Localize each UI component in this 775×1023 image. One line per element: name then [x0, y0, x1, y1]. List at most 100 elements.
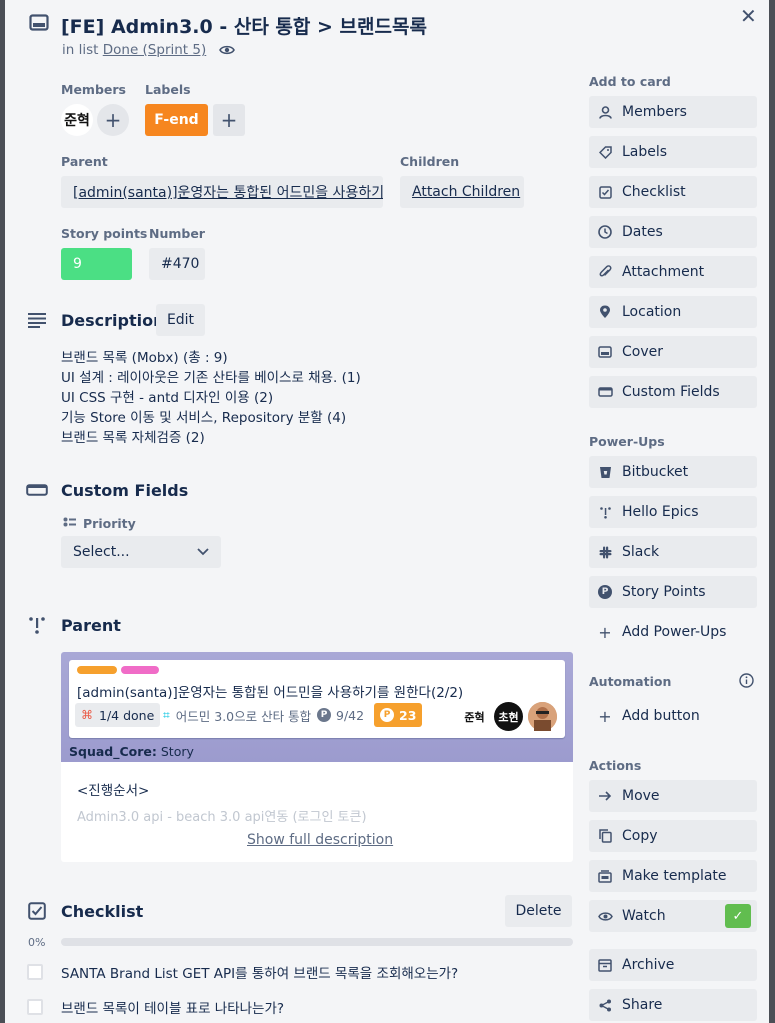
add-power-ups-label: Add Power-Ups — [622, 624, 727, 640]
sidebar-move-label: Move — [622, 788, 660, 804]
hello-epics-icon — [25, 613, 49, 637]
add-to-card-heading: Add to card — [589, 74, 671, 89]
parent-desc-faded: Admin3.0 api - beach 3.0 api연동 (로그인 토큰) — [77, 810, 367, 825]
parent-link[interactable]: [admin(santa)]운영자는 통합된 어드민을 사용하기... — [61, 176, 383, 208]
squad-value: Story — [160, 744, 194, 759]
sidebar-custom-fields-label: Custom Fields — [622, 384, 720, 400]
archive-icon — [597, 958, 613, 972]
checklist-badge-text: 1/4 done — [99, 707, 155, 723]
bitbucket-icon — [597, 466, 613, 479]
sidebar-share-button[interactable]: Share — [589, 989, 757, 1021]
avatar[interactable]: 초현 — [494, 702, 523, 731]
automation-heading: Automation — [589, 674, 672, 689]
sidebar-members-button[interactable]: Members — [589, 96, 757, 128]
checklist-item-checkbox[interactable] — [27, 964, 43, 980]
sidebar-checklist-label: Checklist — [622, 184, 686, 200]
priority-select-value: Select... — [73, 544, 130, 560]
sidebar-story-points-button[interactable]: P Story Points — [589, 576, 757, 608]
checklist-item[interactable]: 브랜드 목록이 테이블 표로 나타나는가? — [61, 997, 284, 1017]
attach-children-button[interactable]: Attach Children — [400, 176, 524, 208]
power-ups-heading: Power-Ups — [589, 434, 665, 449]
children-label: Children — [400, 154, 460, 169]
checklist-progress-bar — [61, 938, 573, 946]
sidebar-attachment-button[interactable]: Attachment — [589, 256, 757, 288]
checklist-percent: 0% — [28, 936, 46, 949]
label-f-end[interactable]: F-end — [145, 104, 208, 136]
parent-section-title: Parent — [61, 616, 121, 635]
priority-select[interactable]: Select... — [61, 536, 221, 568]
chevron-down-icon — [197, 544, 209, 560]
priority-label: Priority — [83, 515, 136, 531]
add-label-button[interactable]: + — [213, 104, 245, 136]
sidebar-copy-label: Copy — [622, 828, 658, 844]
story-points-value[interactable]: 9 — [61, 248, 132, 280]
copy-icon — [597, 829, 613, 843]
sidebar-archive-button[interactable]: Archive — [589, 949, 757, 981]
sidebar-dates-button[interactable]: Dates — [589, 216, 757, 248]
sidebar-custom-fields-button[interactable]: Custom Fields — [589, 376, 757, 408]
custom-fields-icon — [25, 478, 49, 502]
add-member-button[interactable]: + — [97, 104, 129, 136]
in-list-prefix: in list — [62, 42, 99, 58]
board-backdrop-right — [769, 0, 775, 1023]
points-badge: P 9/42 — [311, 703, 370, 727]
parent-card-title: [admin(santa)]운영자는 통합된 어드민을 사용하기를 원한다(2/… — [77, 685, 464, 701]
sidebar-bitbucket-button[interactable]: Bitbucket — [589, 456, 757, 488]
add-button-label: Add button — [622, 708, 700, 724]
info-icon[interactable] — [739, 673, 754, 692]
number-label: Number — [149, 226, 205, 241]
sidebar-copy-button[interactable]: Copy — [589, 820, 757, 852]
avatar-photo[interactable] — [528, 702, 557, 731]
sidebar-slack-button[interactable]: Slack — [589, 536, 757, 568]
sidebar-watch-label: Watch — [622, 908, 666, 924]
sidebar-make-template-button[interactable]: Make template — [589, 860, 757, 892]
card-title[interactable]: [FE] Admin3.0 - 산타 통합 > 브랜드목록 — [61, 12, 427, 39]
sidebar-labels-label: Labels — [622, 144, 668, 160]
sidebar-location-button[interactable]: Location — [589, 296, 757, 328]
sidebar-dates-label: Dates — [622, 224, 663, 240]
show-full-description-link[interactable]: Show full description — [247, 832, 393, 848]
sidebar-slack-label: Slack — [622, 544, 660, 560]
points-badge-text: 9/42 — [336, 707, 365, 723]
parent-field-label: Parent — [61, 154, 108, 169]
description-icon — [25, 308, 49, 332]
watch-check-icon[interactable]: ✓ — [725, 904, 751, 928]
priority-icon — [63, 515, 77, 531]
plus-icon: + — [598, 622, 612, 642]
person-icon — [597, 105, 613, 119]
avatar[interactable]: 준혁 — [460, 702, 489, 731]
delete-checklist-button[interactable]: Delete — [505, 895, 572, 927]
sidebar-make-template-label: Make template — [622, 868, 727, 884]
description-line: 브랜드 목록 자체검증 (2) — [61, 430, 205, 446]
clock-icon — [597, 225, 613, 239]
sidebar-checklist-button[interactable]: Checklist — [589, 176, 757, 208]
edit-description-button[interactable]: Edit — [156, 304, 205, 336]
sidebar-cover-button[interactable]: Cover — [589, 336, 757, 368]
sidebar-members-label: Members — [622, 104, 687, 120]
close-icon[interactable]: ✕ — [740, 4, 757, 28]
checklist-item-checkbox[interactable] — [27, 999, 43, 1015]
member-avatar[interactable]: 준혁 — [61, 104, 93, 136]
add-power-ups-button[interactable]: + Add Power-Ups — [589, 616, 757, 648]
template-icon — [597, 869, 613, 883]
sidebar-cover-label: Cover — [622, 344, 663, 360]
description-body[interactable]: 브랜드 목록 (Mobx) (총 : 9) UI 설계 : 레이아웃은 기존 산… — [61, 348, 361, 448]
checklist-badge: ⌘ 1/4 done — [75, 703, 161, 727]
sidebar-move-button[interactable]: Move — [589, 780, 757, 812]
eye-icon[interactable] — [218, 44, 235, 60]
checklist-item[interactable]: SANTA Brand List GET API를 통하여 브랜드 목록을 조회… — [61, 962, 458, 982]
parent-card[interactable]: [admin(santa)]운영자는 통합된 어드민을 사용하기를 원한다(2/… — [69, 660, 565, 738]
sidebar-hello-epics-button[interactable]: Hello Epics — [589, 496, 757, 528]
list-link[interactable]: Done (Sprint 5) — [103, 42, 207, 58]
checklist-badge-icon: ⌘ — [81, 708, 93, 722]
eye-icon — [597, 911, 613, 922]
description-line: 브랜드 목록 (Mobx) (총 : 9) — [61, 350, 228, 366]
card-icon — [29, 14, 49, 36]
labels-label: Labels — [145, 82, 191, 97]
story-points-icon: P — [597, 585, 613, 599]
add-button-button[interactable]: + Add button — [589, 700, 757, 732]
sidebar-labels-button[interactable]: Labels — [589, 136, 757, 168]
arrow-right-icon — [597, 790, 613, 802]
sidebar-share-label: Share — [622, 997, 663, 1013]
checkbox-icon — [597, 185, 613, 199]
